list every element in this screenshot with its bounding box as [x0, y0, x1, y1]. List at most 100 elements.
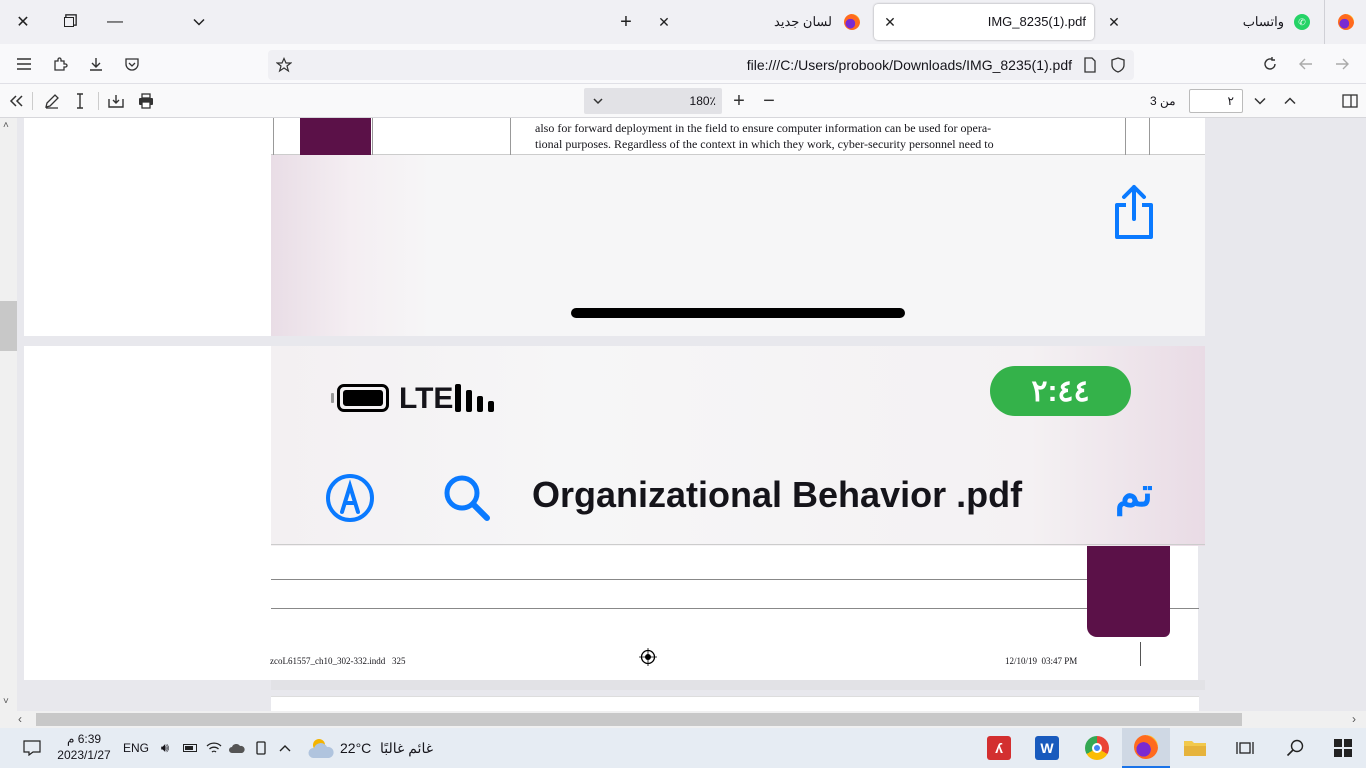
scroll-right-icon[interactable]: ›: [1352, 712, 1356, 726]
tab-new-tab[interactable]: ✕ لسان جديد: [640, 4, 872, 40]
show-hidden-icons-button[interactable]: [275, 728, 295, 768]
wifi-icon[interactable]: [204, 728, 224, 768]
share-icon[interactable]: [1111, 183, 1157, 241]
tab-close-icon[interactable]: ✕: [880, 12, 900, 32]
pocket-button[interactable]: [120, 52, 144, 76]
book-text-line: also for forward deployment in the field…: [535, 121, 992, 135]
zoom-in-button[interactable]: +: [727, 89, 751, 113]
word-icon: W: [1035, 736, 1059, 760]
plus-icon: +: [733, 89, 745, 112]
network-label: LTE: [399, 382, 454, 415]
page-number-input[interactable]: ٢: [1189, 89, 1243, 113]
whatsapp-icon: ✆: [1294, 14, 1310, 30]
device-icon[interactable]: [251, 728, 271, 768]
acrobat-taskbar-button[interactable]: ʎ: [976, 728, 1022, 768]
task-view-button[interactable]: [1222, 728, 1268, 768]
scroll-left-icon[interactable]: ‹: [18, 712, 22, 726]
toolbar-divider: [98, 92, 99, 110]
extensions-button[interactable]: [48, 52, 72, 76]
markup-icon[interactable]: [324, 472, 376, 524]
bookmark-star-button[interactable]: [272, 53, 296, 77]
tab-close-icon[interactable]: ✕: [654, 12, 674, 32]
notifications-button[interactable]: [14, 728, 50, 768]
double-chevron-left-icon: [9, 95, 23, 107]
tab-pdf[interactable]: ✕ IMG_8235(1).pdf: [874, 4, 1094, 40]
document-icon: [1084, 57, 1096, 73]
pdf-viewer[interactable]: also for forward deployment in the field…: [0, 118, 1366, 711]
scroll-down-icon[interactable]: ˅: [3, 696, 9, 707]
save-button[interactable]: [104, 89, 128, 113]
url-text[interactable]: file:///C:/Users/probook/Downloads/IMG_8…: [747, 57, 1072, 73]
print-button[interactable]: [134, 89, 158, 113]
file-explorer-taskbar-button[interactable]: [1172, 728, 1218, 768]
text-cursor-icon: [77, 93, 83, 109]
volume-icon[interactable]: 🔊︎: [155, 728, 175, 768]
downloads-button[interactable]: [84, 52, 108, 76]
battery-tray-icon[interactable]: [180, 728, 200, 768]
start-button[interactable]: [1320, 728, 1366, 768]
sidebar-toggle-button[interactable]: [1338, 89, 1362, 113]
weather-temperature[interactable]: 22°C: [340, 740, 371, 756]
minimize-window-button[interactable]: —: [92, 0, 138, 44]
page-total-label: من 3: [1150, 94, 1176, 108]
back-button[interactable]: [1330, 52, 1354, 76]
url-bar[interactable]: file:///C:/Users/probook/Downloads/IMG_8…: [268, 50, 1134, 80]
tab-title: لسان جديد: [774, 14, 832, 29]
phone-document-title: Organizational Behavior .pdf: [532, 474, 1023, 515]
tab-bar: ✕ — + ✕ لسان جديد ✕ IMG_8235(1).pdf ✕ وا…: [0, 0, 1366, 44]
pencil-icon: [45, 94, 59, 109]
page-info-button[interactable]: [1078, 53, 1102, 77]
zoom-select[interactable]: 180٪: [584, 88, 722, 114]
previous-page-button[interactable]: [1278, 89, 1302, 113]
firefox-taskbar-button[interactable]: [1122, 728, 1170, 768]
forward-button[interactable]: [1294, 52, 1318, 76]
next-page-button[interactable]: [1248, 89, 1272, 113]
book-text-line: tional purposes. Regardless of the conte…: [535, 137, 994, 151]
clock-time: 6:39 م: [66, 732, 102, 746]
horizontal-scroll-thumb[interactable]: [36, 713, 1242, 726]
firefox-view-button[interactable]: [1324, 0, 1366, 44]
search-icon: [1286, 739, 1304, 757]
tab-close-icon[interactable]: ✕: [1104, 12, 1124, 32]
footer-date: 12/10/19 03:47 PM: [1005, 656, 1078, 666]
acrobat-icon: ʎ: [987, 736, 1011, 760]
close-window-button[interactable]: ✕: [0, 0, 46, 44]
shield-icon: [1111, 57, 1125, 73]
pdf-page-2: LTE ٢:٤٤ Organizational Behavior .pdf تم: [24, 346, 1205, 690]
tracking-protection-button[interactable]: [1106, 53, 1130, 77]
vertical-scrollbar[interactable]: ˄ ˅: [0, 118, 17, 711]
reload-button[interactable]: [1258, 52, 1282, 76]
weather-description[interactable]: غائم غالبًا: [380, 740, 433, 757]
clock[interactable]: 6:39 م 2023/1/27: [56, 731, 112, 763]
onedrive-icon[interactable]: [227, 728, 247, 768]
arrow-left-icon: [1299, 58, 1312, 70]
home-indicator: [571, 308, 905, 318]
phone-done-button[interactable]: تم: [1115, 470, 1153, 516]
tools-button[interactable]: [4, 89, 28, 113]
tab-whatsapp[interactable]: ✕ واتساب ✆: [1096, 4, 1322, 40]
rule-line: [271, 608, 1199, 609]
zoom-out-button[interactable]: −: [757, 89, 781, 113]
horizontal-scrollbar[interactable]: ‹ ›: [0, 711, 1366, 728]
download-icon: [90, 58, 102, 71]
search-taskbar-button[interactable]: [1272, 728, 1318, 768]
clock-date: 2023/1/27: [57, 748, 111, 762]
chrome-taskbar-button[interactable]: [1074, 728, 1120, 768]
language-indicator[interactable]: ENG: [123, 741, 149, 755]
search-icon[interactable]: [441, 472, 493, 524]
book-text-strip: also for forward deployment in the field…: [271, 118, 1205, 155]
menu-button[interactable]: [12, 52, 36, 76]
list-all-tabs-button[interactable]: [176, 0, 222, 44]
word-taskbar-button[interactable]: W: [1024, 728, 1070, 768]
scroll-up-icon[interactable]: ˄: [3, 120, 9, 131]
text-button[interactable]: [68, 89, 92, 113]
restore-window-button[interactable]: [46, 0, 92, 44]
draw-button[interactable]: [40, 89, 64, 113]
pdf-page-3: [271, 696, 1199, 711]
pdf-toolbar: 180٪ + − من 3 ٢: [0, 84, 1366, 118]
footer-filename: zcoL61557_ch10_302-332.indd 325: [270, 656, 406, 666]
registration-mark-icon: [639, 648, 657, 666]
plum-tab: [300, 118, 371, 155]
weather-icon[interactable]: [306, 728, 336, 768]
vertical-scroll-thumb[interactable]: [0, 301, 17, 351]
